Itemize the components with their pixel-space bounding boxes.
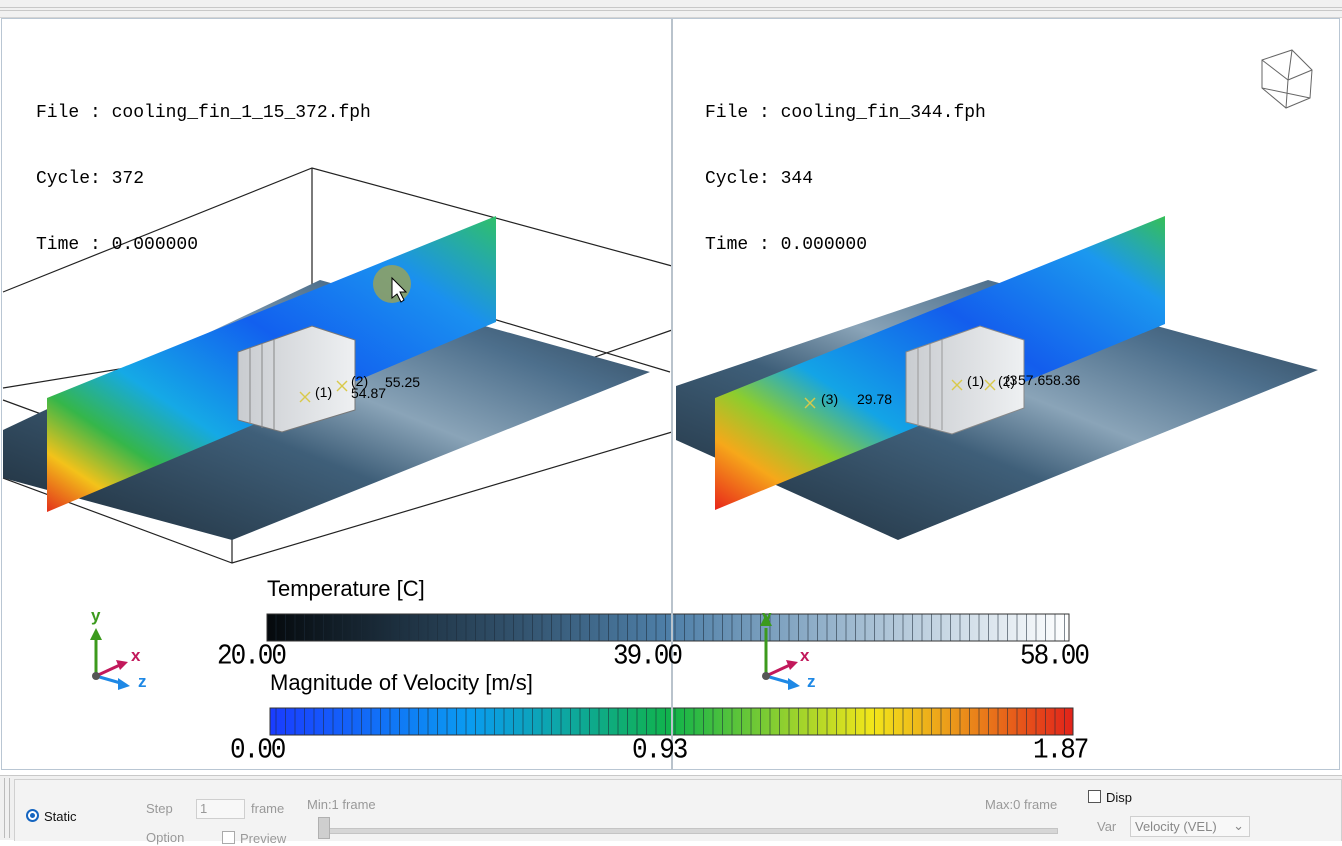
temperature-legend-title: Temperature [C]: [267, 576, 425, 601]
left-view-info: File : cooling_fin_1_15_372.fph Cycle: 3…: [36, 58, 371, 278]
probe-3-id-right: (3): [821, 391, 839, 407]
axis-z-label-left: z: [138, 672, 147, 691]
probe-1-id-left: (1): [315, 384, 333, 400]
view-cube-icon[interactable]: [1261, 49, 1313, 109]
right-file-label: File : cooling_fin_344.fph: [705, 103, 986, 123]
axis-y-label-right: y: [762, 607, 772, 626]
panel-grip-handle[interactable]: [4, 778, 10, 838]
velocity-max-label: 1.87: [1033, 733, 1089, 767]
disp-checkbox[interactable]: [1088, 790, 1101, 803]
probe-overlap-value-right: 57.658.36: [1018, 372, 1081, 388]
option-label: Option: [146, 830, 185, 845]
preview-checkbox[interactable]: [222, 831, 235, 844]
axis-z-label-right: z: [807, 672, 816, 691]
max-frame-label: Max:0 frame: [985, 797, 1058, 812]
temperature-max-label: 58.00: [1020, 639, 1090, 673]
frame-slider-track[interactable]: [322, 828, 1058, 834]
probe-overlap-id-right: (3: [1005, 372, 1018, 388]
temperature-mid-label: 39.00: [613, 639, 683, 673]
right-time-label: Time : 0.000000: [705, 235, 868, 255]
left-cycle-label: Cycle: 372: [36, 169, 145, 189]
var-select[interactable]: Velocity (VEL) ⌄: [1130, 816, 1250, 837]
velocity-mid-label: 0.93: [632, 733, 688, 767]
right-cycle-label: Cycle: 344: [705, 169, 814, 189]
axis-x-label-right: x: [800, 646, 810, 665]
probe-1-id-right: (1): [967, 373, 985, 389]
var-select-value: Velocity (VEL): [1135, 819, 1217, 834]
temperature-colorbar: [266, 613, 1070, 642]
left-time-label: Time : 0.000000: [36, 235, 199, 255]
frame-slider-thumb[interactable]: [318, 817, 330, 839]
probe-2-value-left: 55.25: [385, 374, 421, 390]
playback-control-panel: Static Step 1 frame Option Preview Min:1…: [0, 775, 1342, 846]
axis-y-label-left: y: [91, 606, 101, 625]
var-label: Var: [1097, 819, 1117, 834]
velocity-legend-title: Magnitude of Velocity [m/s]: [270, 670, 533, 695]
probe-2-id-left: (2): [351, 373, 369, 389]
probe-3-value-right: 29.78: [857, 391, 893, 407]
right-view-info: File : cooling_fin_344.fph Cycle: 344 Ti…: [705, 58, 986, 278]
axis-triad-left: [90, 628, 130, 690]
chevron-down-icon: ⌄: [1233, 818, 1244, 833]
axis-x-label-left: x: [131, 646, 141, 665]
left-file-label: File : cooling_fin_1_15_372.fph: [36, 103, 371, 123]
velocity-min-label: 0.00: [230, 733, 286, 767]
step-frame-label: frame: [251, 801, 285, 816]
min-frame-label: Min:1 frame: [307, 797, 376, 812]
disp-label: Disp: [1106, 790, 1133, 805]
step-input[interactable]: 1: [196, 799, 245, 819]
static-radio-label: Static: [44, 809, 77, 824]
step-label: Step: [146, 801, 173, 816]
static-radio[interactable]: [26, 809, 39, 822]
temperature-min-label: 20.00: [217, 639, 287, 673]
